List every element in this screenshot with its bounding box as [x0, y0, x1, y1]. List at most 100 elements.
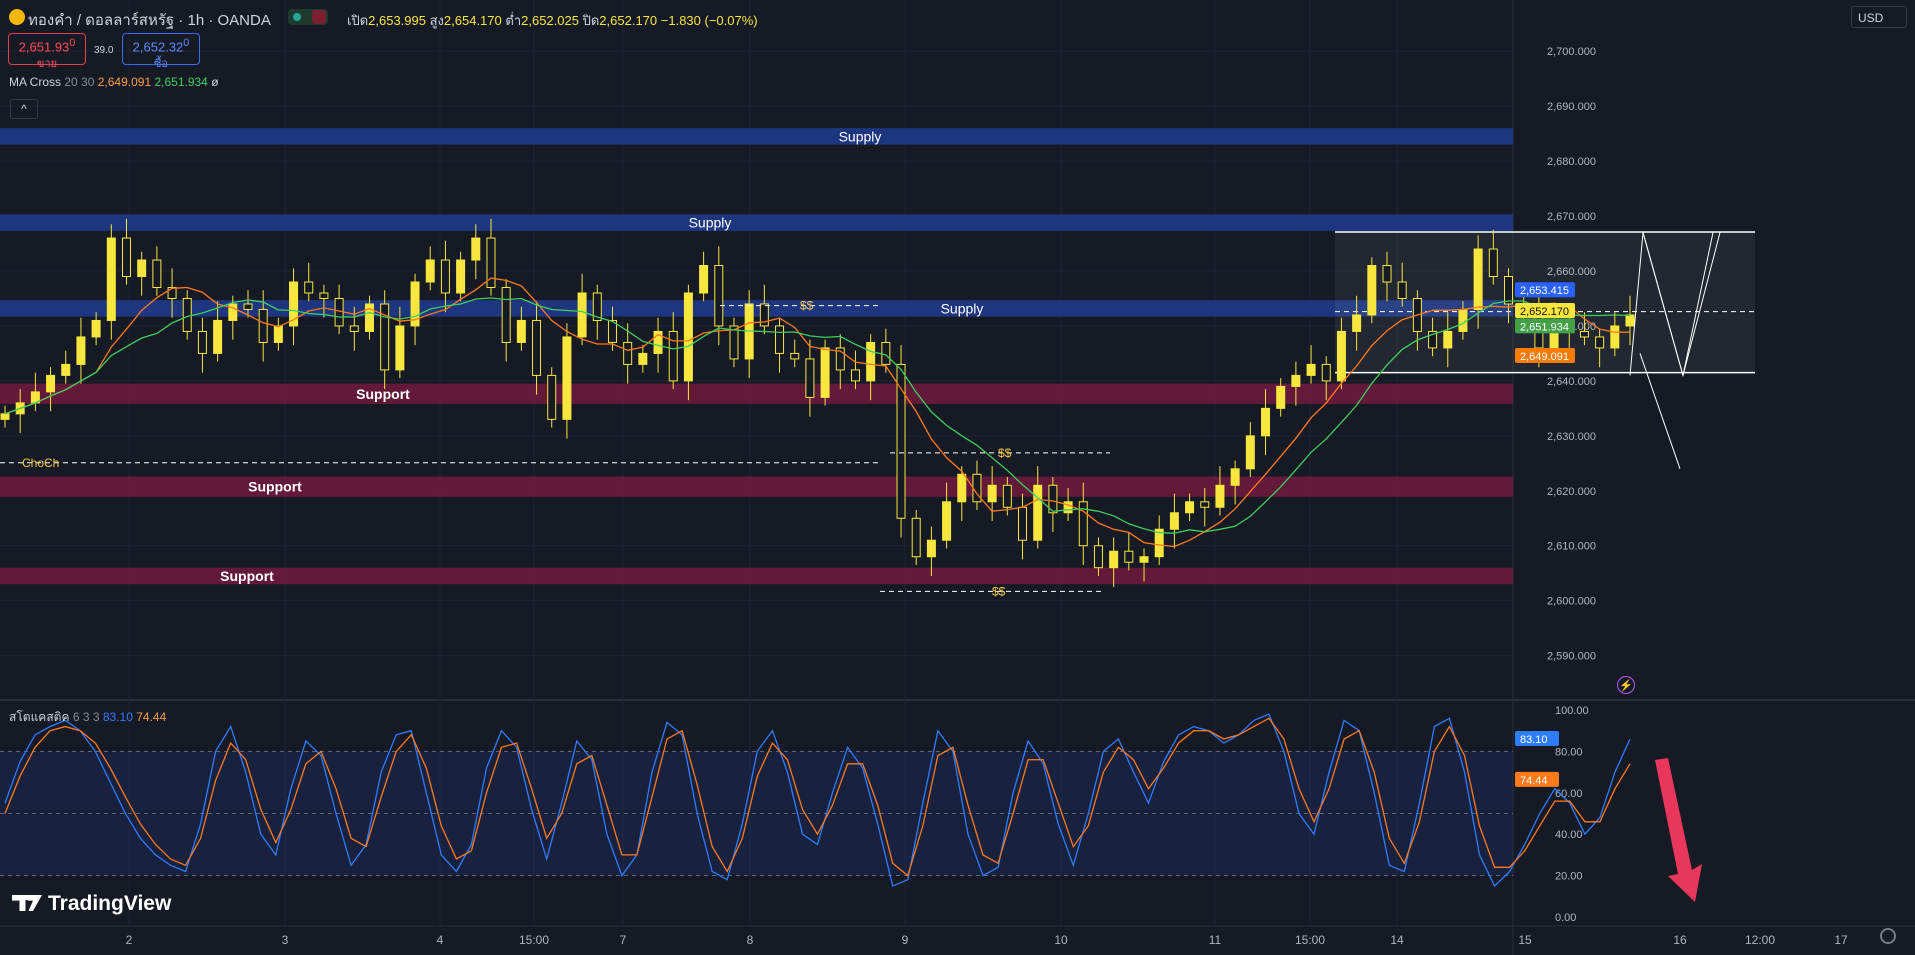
settings-gear-icon[interactable]: [1880, 928, 1896, 944]
market-status-icon[interactable]: [288, 9, 328, 25]
candle-body: [471, 237, 481, 261]
stochastic-legend[interactable]: สโตแคสติค 6 3 3 83.10 74.44: [9, 708, 166, 727]
time-tick-label: 7: [620, 933, 627, 947]
osc-tick-label: 100.00: [1555, 705, 1589, 717]
supply-zone: [0, 300, 1513, 317]
price-tick-label: 2,590.000: [1547, 651, 1596, 663]
liquidity-label: $$: [800, 299, 814, 313]
time-tick-label: 10: [1054, 933, 1068, 947]
candle-body: [395, 325, 405, 371]
supply-zone-label: Supply: [689, 215, 732, 231]
candle-body: [577, 292, 587, 338]
candle-body: [987, 484, 997, 503]
candle-body: [1245, 435, 1255, 470]
candle-body: [1336, 330, 1346, 382]
candle-body: [501, 286, 511, 343]
candle-body: [1139, 556, 1149, 563]
candle-body: [1458, 308, 1468, 332]
candle-body: [532, 319, 542, 376]
support-zone-label: Support: [220, 568, 274, 584]
candle-body: [182, 297, 192, 332]
candle-body: [516, 319, 526, 343]
candle-body: [1306, 363, 1316, 376]
candle-body: [1261, 407, 1271, 437]
candle-body: [137, 259, 147, 278]
candle-body: [425, 259, 435, 283]
collapse-legend-button[interactable]: ^: [10, 99, 38, 119]
candle-body: [714, 265, 724, 327]
candle-body: [197, 330, 207, 354]
support-zone-label: Support: [356, 386, 410, 402]
price-axis-tag-text: 2,649.091: [1520, 351, 1569, 363]
time-tick-label: 4: [437, 933, 444, 947]
osc-tick-label: 40.00: [1555, 829, 1583, 841]
candle-body: [1230, 468, 1240, 486]
price-tick-label: 2,690.000: [1547, 101, 1596, 113]
candle-body: [1579, 330, 1589, 338]
sell-button[interactable]: 2,651.930 ขาย: [8, 33, 86, 70]
candle-body: [76, 336, 86, 365]
candle-body: [1610, 325, 1620, 349]
candle-body: [1033, 484, 1043, 541]
time-tick-label: 15:00: [519, 933, 549, 947]
candle-body: [896, 363, 906, 519]
candle-body: [957, 473, 967, 503]
gold-logo-icon: [9, 9, 25, 25]
candle-body: [258, 308, 268, 343]
ma-cross-legend[interactable]: MA Cross 20 30 2,649.091 2,651.934 ø: [9, 75, 219, 89]
down-arrow-icon: [1655, 758, 1702, 902]
price-axis-tag-text: 2,653.415: [1520, 285, 1569, 297]
candle-body: [1443, 330, 1453, 349]
price-axis-tag-text: 2,651.934: [1520, 321, 1569, 333]
time-tick-label: 14: [1390, 933, 1404, 947]
time-tick-label: 8: [747, 933, 754, 947]
candle-body: [1169, 512, 1179, 530]
candle-body: [1002, 484, 1012, 508]
candle-body: [562, 336, 572, 420]
candle-body: [1124, 550, 1134, 563]
candle-body: [547, 374, 557, 420]
price-tick-label: 2,700.000: [1547, 46, 1596, 58]
symbol-title[interactable]: ทองคำ / ดอลลาร์สหรัฐ · 1h · OANDA: [28, 8, 271, 32]
candle-body: [1018, 506, 1028, 541]
candle-body: [926, 539, 936, 558]
time-tick-label: 17: [1834, 933, 1848, 947]
candle-body: [456, 259, 466, 294]
candle-body: [638, 352, 648, 365]
candle-body: [1200, 501, 1210, 508]
candle-body: [820, 347, 830, 398]
candle-body: [683, 292, 693, 382]
candle-body: [1321, 363, 1331, 382]
price-chart[interactable]: 2 3 4 15:00 7 8 9 10 11 15:00 14 15 16 12:00 17 2,590.0…: [0, 0, 1915, 955]
supply-zone: [0, 128, 1513, 145]
candle-body: [440, 259, 450, 294]
candle-body: [319, 292, 329, 299]
candle-body: [228, 303, 238, 321]
time-tick-label: 11: [1209, 933, 1222, 947]
candle-body: [167, 286, 177, 299]
candle-body: [0, 413, 10, 420]
candle-body: [729, 325, 739, 360]
buy-button[interactable]: 2,652.320 ซื้อ: [122, 33, 200, 70]
time-tick-label: 15: [1518, 933, 1532, 947]
candle-body: [699, 265, 709, 294]
candle-body: [623, 341, 633, 365]
supply-zone-label: Supply: [839, 128, 882, 144]
candle-body: [881, 341, 891, 365]
flash-icon[interactable]: ⚡: [1617, 676, 1635, 694]
tradingview-logo[interactable]: TradingView: [12, 892, 171, 916]
osc-tick-label: 60.00: [1555, 788, 1583, 800]
currency-selector[interactable]: USD: [1851, 6, 1907, 28]
liquidity-label: $$: [998, 446, 1012, 460]
osc-axis-tag-text: 83.10: [1520, 734, 1548, 746]
price-tick-label: 2,640.000: [1547, 376, 1596, 388]
candle-body: [1215, 484, 1225, 508]
candle-body: [152, 259, 162, 288]
candle-body: [213, 319, 223, 354]
liquidity-label: $$: [992, 584, 1006, 598]
osc-tick-label: 80.00: [1555, 746, 1583, 758]
candle-body: [46, 374, 56, 393]
candle-body: [911, 517, 921, 558]
candle-body: [1109, 550, 1119, 569]
candle-body: [273, 325, 283, 343]
